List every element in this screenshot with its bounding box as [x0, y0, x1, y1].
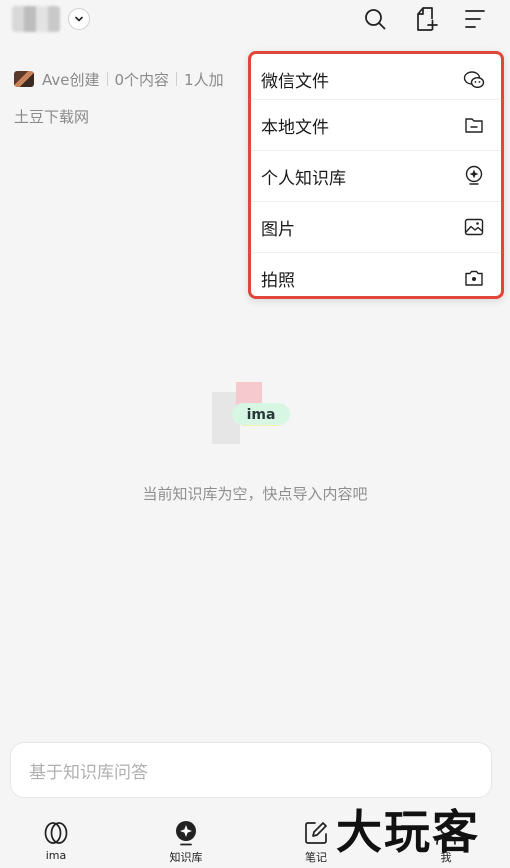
search-icon	[365, 9, 386, 30]
menu-item-take-photo[interactable]: 拍照	[251, 252, 501, 303]
menu-item-label: 图片	[261, 219, 295, 240]
menu-item-label: 微信文件	[261, 72, 329, 92]
watermark: 大玩客	[336, 805, 480, 859]
add-file-icon	[417, 7, 438, 31]
nav-ima[interactable]: ima	[21, 820, 91, 862]
avatar	[14, 71, 34, 87]
question-placeholder: 基于知识库问答	[29, 762, 148, 783]
content-count: 0个内容	[114, 70, 170, 89]
add-file-button[interactable]	[413, 6, 439, 32]
image-icon	[463, 216, 485, 238]
menu-item-image[interactable]: 图片	[251, 201, 501, 252]
chevron-down-icon	[75, 16, 83, 22]
ima-icon	[44, 822, 68, 844]
nav-label: 笔记	[305, 851, 327, 864]
menu-icon	[465, 10, 485, 28]
camera-icon	[463, 267, 485, 289]
search-button[interactable]	[362, 6, 388, 32]
member-count[interactable]: 1人加	[184, 69, 224, 90]
folder-icon	[463, 114, 485, 136]
menu-item-label: 个人知识库	[261, 168, 346, 189]
nav-label: 知识库	[169, 851, 203, 864]
menu-item-label: 拍照	[261, 270, 295, 291]
nav-label: ima	[45, 849, 67, 862]
import-menu: 微信文件 本地文件 个人知识库 图片 拍照	[248, 51, 504, 299]
nav-knowledge-base[interactable]: 知识库	[151, 820, 221, 865]
divider	[106, 72, 108, 86]
empty-state-message: 当前知识库为空，快点导入内容吧	[142, 485, 368, 503]
ima-logo-text: ima	[247, 407, 276, 423]
menu-item-personal-kb[interactable]: 个人知识库	[251, 150, 501, 201]
kb-name-blurred	[12, 6, 60, 32]
kb-question-input[interactable]: 基于知识库问答	[10, 742, 492, 798]
wechat-icon	[463, 69, 485, 91]
kb-switch-button[interactable]	[68, 8, 90, 30]
divider	[176, 72, 178, 86]
more-menu-button[interactable]	[462, 6, 488, 32]
menu-item-wechat-file[interactable]: 微信文件	[251, 54, 501, 105]
note-icon	[305, 822, 327, 844]
empty-illustration: ima	[210, 380, 300, 446]
source-label: 土豆下载网	[14, 108, 90, 126]
knowledge-base-icon	[463, 165, 485, 187]
menu-item-label: 本地文件	[261, 117, 329, 138]
knowledge-icon	[176, 821, 196, 846]
creator-text: Ave创建	[42, 70, 100, 89]
kb-meta-row: Ave创建 0个内容 1人加	[14, 68, 224, 90]
menu-item-local-file[interactable]: 本地文件	[251, 99, 501, 150]
